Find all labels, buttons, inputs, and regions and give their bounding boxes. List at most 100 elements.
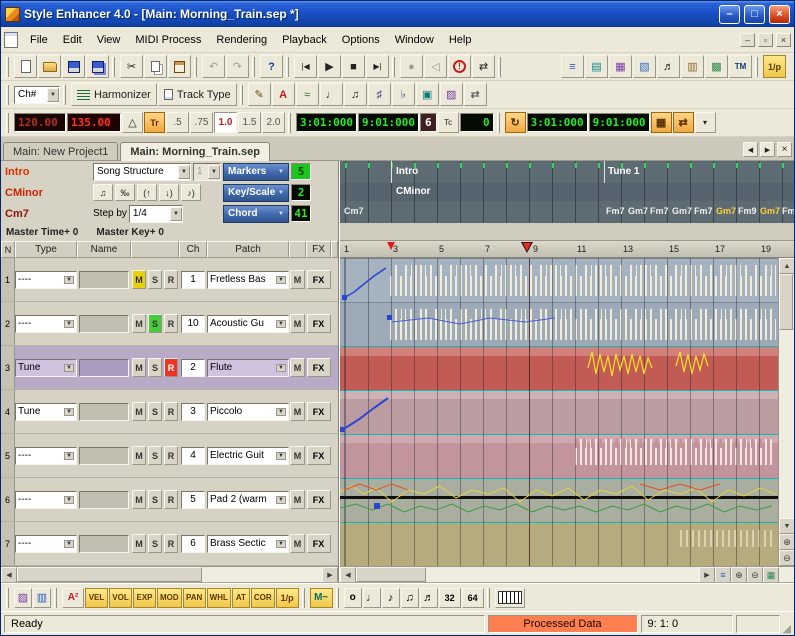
solo-button[interactable]: S	[148, 358, 162, 377]
stripe-draw-button[interactable]: ▥	[33, 588, 51, 608]
aftertouch-lane-button[interactable]: AT	[232, 588, 250, 608]
solo-button[interactable]: S	[148, 314, 162, 333]
patch-select[interactable]: Acoustic Gu▼	[207, 315, 289, 333]
measure-ruler[interactable]: 1 3 5 7 9 11 13 15 17 19	[340, 241, 794, 258]
timeline-key-row[interactable]: CMinor	[340, 183, 794, 201]
channel-cell[interactable]: 2	[181, 359, 205, 377]
chord-label[interactable]: Cm7	[344, 206, 364, 216]
fx-button[interactable]: FX	[307, 490, 331, 509]
header-fx[interactable]: FX	[306, 241, 331, 258]
time-to-lcd[interactable]: 9:01:000	[358, 113, 419, 132]
exchange-tool-button[interactable]: ⇄	[464, 83, 487, 106]
toolbar-grip[interactable]	[497, 113, 500, 133]
swap-button[interactable]: ⇄	[472, 55, 495, 78]
key-label[interactable]: CMinor	[396, 186, 430, 197]
toolbar-grip[interactable]	[6, 85, 9, 105]
loop-from-lcd[interactable]: 3:01:000	[527, 113, 588, 132]
patch-select[interactable]: Flute▼	[207, 359, 289, 377]
toolbar-grip[interactable]	[240, 85, 243, 105]
cut-button[interactable]: ✂	[120, 55, 143, 78]
hatch-draw-button[interactable]: ▨	[14, 588, 32, 608]
menu-options[interactable]: Options	[335, 30, 387, 50]
track-name-cell[interactable]	[79, 447, 129, 465]
chord-label[interactable]: Gm7	[760, 206, 780, 216]
mix-button[interactable]: M	[290, 314, 305, 333]
mute-button[interactable]: M	[132, 534, 146, 553]
solo-button[interactable]: S	[148, 402, 162, 421]
track-name-cell[interactable]	[79, 403, 129, 421]
mute-button[interactable]: M	[132, 490, 146, 509]
record-arm-button[interactable]: R	[164, 490, 178, 509]
save-all-button[interactable]	[86, 55, 109, 78]
go-start-button[interactable]: |◀	[294, 55, 317, 78]
mute-button[interactable]: M	[132, 402, 146, 421]
paren-down-button[interactable]: ↓)	[159, 184, 179, 201]
pan-lane-button[interactable]: PAN	[183, 588, 206, 608]
tempo-alt-lcd[interactable]: 120.00	[14, 113, 66, 132]
toolbar-grip[interactable]	[336, 588, 339, 608]
record-arm-button[interactable]: R	[164, 402, 178, 421]
chord-button[interactable]: Chord ▼	[223, 205, 289, 223]
toolbar-grip[interactable]	[54, 588, 57, 608]
markers-count-lcd[interactable]: 5	[291, 163, 311, 180]
view-keyboard-button[interactable]: ▩	[705, 55, 728, 78]
section-label-tune1[interactable]: Tune 1	[608, 166, 639, 177]
zoom-in-button[interactable]: ⊕	[779, 534, 794, 550]
redo-button[interactable]: ↷	[226, 55, 249, 78]
menu-help[interactable]: Help	[442, 30, 479, 50]
play-button[interactable]: ▶	[318, 55, 341, 78]
channel-cell[interactable]: 1	[181, 271, 205, 289]
track-type-select[interactable]: ----▼	[15, 491, 77, 509]
modulation-lane-button[interactable]: MOD	[157, 588, 182, 608]
menu-file[interactable]: File	[23, 30, 55, 50]
permille-button[interactable]: ‰	[115, 184, 135, 201]
tab-morning-train[interactable]: Main: Morning_Train.sep	[120, 142, 270, 161]
hscroll-thumb[interactable]	[356, 567, 426, 582]
open-file-button[interactable]	[38, 55, 61, 78]
track-name-cell[interactable]	[79, 491, 129, 509]
toolbar-grip[interactable]	[112, 57, 115, 77]
resize-grip[interactable]: ◢	[783, 622, 791, 635]
track-type-select[interactable]: Tune▼	[15, 403, 77, 421]
grid-toggle-button[interactable]: ▦	[763, 567, 779, 583]
playhead-marker[interactable]	[523, 243, 531, 251]
trigger-button[interactable]: Tr	[144, 112, 165, 133]
velocity-lane-button[interactable]: VEL	[85, 588, 108, 608]
chord-label[interactable]: Gm7	[628, 206, 648, 216]
chord-label[interactable]: Gm7	[672, 206, 692, 216]
fx-button[interactable]: FX	[307, 314, 331, 333]
wave-tool-button[interactable]: ≈	[296, 83, 319, 106]
harmonizer-button[interactable]: Harmonizer	[71, 83, 157, 106]
header-ch[interactable]: Ch	[179, 241, 207, 258]
header-msr[interactable]	[131, 241, 179, 258]
speaker-mute-button[interactable]: ◁	[424, 55, 447, 78]
scroll-left-button[interactable]: ◀	[340, 567, 356, 583]
track-type-select[interactable]: ----▼	[15, 447, 77, 465]
mute-button[interactable]: M	[132, 358, 146, 377]
toolbar-grip[interactable]	[755, 57, 758, 77]
header-n[interactable]: N	[1, 241, 15, 258]
solo-button[interactable]: S	[148, 270, 162, 289]
vscroll-thumb[interactable]	[779, 274, 793, 330]
sharp-tool-button[interactable]: ♯	[368, 83, 391, 106]
tempo-scale-05[interactable]: .5	[166, 112, 189, 133]
whole-note-button[interactable]: o	[344, 588, 362, 608]
minimize-button[interactable]: –	[719, 5, 740, 24]
tc-button[interactable]: Tc	[438, 112, 459, 133]
loop-swap-button[interactable]: ⇄	[673, 112, 694, 133]
hzoom-in-button[interactable]: ⊕	[731, 567, 747, 583]
mdi-minimize-button[interactable]: –	[740, 33, 755, 47]
notes-tool-button[interactable]: ♫	[344, 83, 367, 106]
scroll-right-button[interactable]: ▶	[322, 567, 338, 583]
track-row-6[interactable]: 6 ----▼ M S R 5 Pad 2 (warm▼ M FX	[1, 478, 338, 522]
zoom-out-button[interactable]: ⊖	[779, 550, 794, 566]
sixteenth-note-button[interactable]: ♬	[420, 588, 438, 608]
flat-tool-button[interactable]: ♭	[392, 83, 415, 106]
mdi-restore-button[interactable]: ▫	[758, 33, 773, 47]
mix-button[interactable]: M	[290, 534, 305, 553]
header-name[interactable]: Name	[77, 241, 131, 258]
channel-cell[interactable]: 5	[181, 491, 205, 509]
vscroll-track[interactable]	[779, 274, 794, 518]
div-32-button[interactable]: 32	[439, 588, 461, 608]
mute-button[interactable]: M	[132, 314, 146, 333]
